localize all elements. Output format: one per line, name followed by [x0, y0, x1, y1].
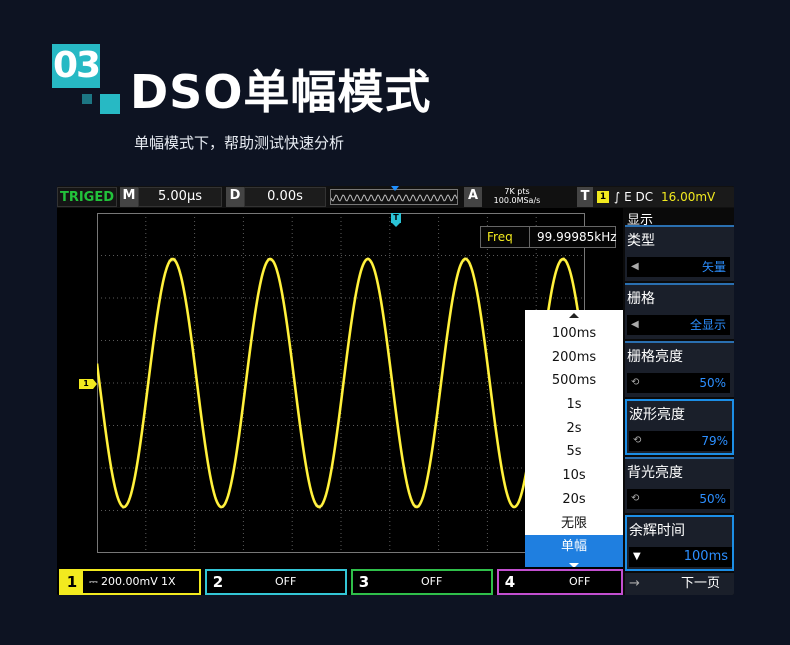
channel-2[interactable]: 2 OFF: [205, 569, 347, 595]
memory-depth: 7K pts: [504, 187, 530, 196]
oscilloscope-screen: TRIGED M 5.00µs D 0.00s A 7K pts 100.0MS…: [57, 186, 734, 595]
menu-item[interactable]: 类型 ◀ 矢量: [625, 225, 734, 281]
dropdown-option[interactable]: 2s: [525, 417, 623, 441]
trigger-channel-badge: 1: [597, 191, 609, 203]
status-bar: TRIGED M 5.00µs D 0.00s A 7K pts 100.0MS…: [57, 186, 734, 208]
measure-value: 99.99985kHz: [537, 230, 617, 244]
channel-number: 3: [358, 573, 370, 591]
dropdown-option[interactable]: 无限: [525, 512, 623, 536]
channel-number: 4: [504, 573, 516, 591]
adjust-knob-icon: ⟲: [631, 493, 640, 504]
adjust-knob-icon: ⟲: [631, 377, 640, 388]
dropdown-option[interactable]: 5s: [525, 440, 623, 464]
channel-probe: 1X: [161, 575, 176, 588]
dropdown-arrow-icon: ▼: [633, 551, 641, 562]
measure-divider: [529, 226, 530, 248]
ch1-marker-tip: [93, 379, 97, 389]
channel-number: 1: [61, 571, 83, 593]
next-page-label: 下一页: [680, 576, 720, 591]
channel-1[interactable]: 1 ⎓ 200.00mV 1X: [59, 569, 201, 595]
menu-item[interactable]: 波形亮度 ⟲ 79%: [625, 399, 734, 455]
ch1-offset-marker[interactable]: 1: [79, 379, 93, 389]
menu-item[interactable]: 栅格 ◀ 全显示: [625, 283, 734, 339]
next-page-button[interactable]: → 下一页: [625, 573, 734, 595]
menu-item-label: 栅格亮度: [627, 349, 683, 365]
trigger-type: ∫ E DC: [614, 190, 654, 204]
menu-item-value-text: 79%: [701, 434, 728, 448]
frequency-measurement: Freq 99.99985kHz: [480, 226, 617, 248]
delay-label: D: [226, 187, 244, 207]
menu-item-value[interactable]: ⟲ 79%: [629, 431, 732, 451]
trigger-marker-label: T: [393, 213, 399, 222]
display-menu: 显示 类型 ◀ 矢量 栅格 ◀ 全显示 栅格亮度 ⟲ 50% 波形亮度 ⟲ 79% 背光亮度 ⟲ 50% 余辉…: [623, 208, 734, 595]
trigger-status: TRIGED: [57, 187, 117, 207]
trigger-marker-icon: T: [391, 213, 401, 223]
section-number: 03: [52, 45, 101, 86]
persistence-dropdown[interactable]: 100ms 200ms 500ms 1s 2s 5s 10s 20s 无限 单幅: [525, 310, 623, 590]
dropdown-option[interactable]: 100ms: [525, 322, 623, 346]
badge-decoration: [100, 94, 120, 114]
channel-scale: 200.00mV: [101, 575, 158, 588]
menu-item-label: 类型: [627, 233, 655, 249]
arrow-right-icon: →: [629, 576, 640, 591]
menu-item-value[interactable]: ◀ 全显示: [627, 315, 730, 335]
menu-item-value-text: 100ms: [683, 549, 728, 564]
menu-item-value-text: 50%: [699, 492, 726, 506]
menu-item[interactable]: 背光亮度 ⟲ 50%: [625, 457, 734, 513]
measure-label: Freq: [487, 230, 513, 244]
menu-item-value[interactable]: ▼ 100ms: [629, 547, 732, 567]
acquisition-info: 7K pts 100.0MSa/s: [485, 187, 549, 207]
dropdown-option[interactable]: 20s: [525, 488, 623, 512]
menu-item[interactable]: 余辉时间 ▼ 100ms: [625, 515, 734, 571]
channel-status: OFF: [275, 575, 297, 588]
channel-3[interactable]: 3 OFF: [351, 569, 493, 595]
page-subtitle: 单幅模式下，帮助测试快速分析: [134, 134, 345, 152]
arrow-left-icon: ◀: [631, 319, 639, 330]
menu-item-value-text: 矢量: [701, 260, 726, 274]
dropdown-option[interactable]: 500ms: [525, 369, 623, 393]
trigger-position-icon: [391, 186, 399, 191]
delay-value[interactable]: 0.00s: [244, 187, 326, 207]
ch1-marker-label: 1: [83, 379, 89, 388]
timebase-label: M: [120, 187, 138, 207]
trigger-level: 16.00mV: [661, 190, 716, 204]
menu-item-label: 栅格: [627, 291, 655, 307]
memory-waveform-strip: [330, 186, 458, 205]
adjust-knob-icon: ⟲: [633, 435, 642, 446]
badge-decoration-small: [82, 94, 92, 104]
channel-status: OFF: [421, 575, 443, 588]
channel-bar: 1 ⎓ 200.00mV 1X 2 OFF 3 OFF 4 OFF: [57, 567, 623, 595]
waveform-display: [97, 213, 585, 553]
dropdown-option[interactable]: 200ms: [525, 346, 623, 370]
menu-item-value-text: 全显示: [689, 318, 726, 332]
menu-item-value[interactable]: ⟲ 50%: [627, 373, 730, 393]
trigger-marker-tip: [392, 223, 400, 227]
menu-item-value-text: 50%: [699, 376, 726, 390]
trigger-label: T: [577, 187, 593, 207]
dc-coupling-icon: ⎓: [89, 575, 98, 588]
dropdown-option[interactable]: 10s: [525, 464, 623, 488]
page-title: DSO单幅模式: [130, 65, 432, 119]
dropdown-option[interactable]: 单幅: [525, 535, 623, 559]
arrow-left-icon: ◀: [631, 261, 639, 272]
timebase-value[interactable]: 5.00µs: [138, 187, 222, 207]
trigger-settings[interactable]: T 1 ∫ E DC 16.00mV: [577, 187, 734, 207]
channel-status: OFF: [569, 575, 591, 588]
dropdown-option[interactable]: 1s: [525, 393, 623, 417]
menu-item-value[interactable]: ⟲ 50%: [627, 489, 730, 509]
scroll-up-icon[interactable]: [525, 310, 623, 322]
menu-item-label: 余辉时间: [629, 523, 685, 539]
acquire-label: A: [464, 187, 482, 207]
menu-item-value[interactable]: ◀ 矢量: [627, 257, 730, 277]
channel-number: 2: [212, 573, 224, 591]
menu-item-label: 波形亮度: [629, 407, 685, 423]
menu-item[interactable]: 栅格亮度 ⟲ 50%: [625, 341, 734, 397]
sample-rate: 100.0MSa/s: [493, 196, 541, 205]
menu-item-label: 背光亮度: [627, 465, 683, 481]
channel-4[interactable]: 4 OFF: [497, 569, 623, 595]
